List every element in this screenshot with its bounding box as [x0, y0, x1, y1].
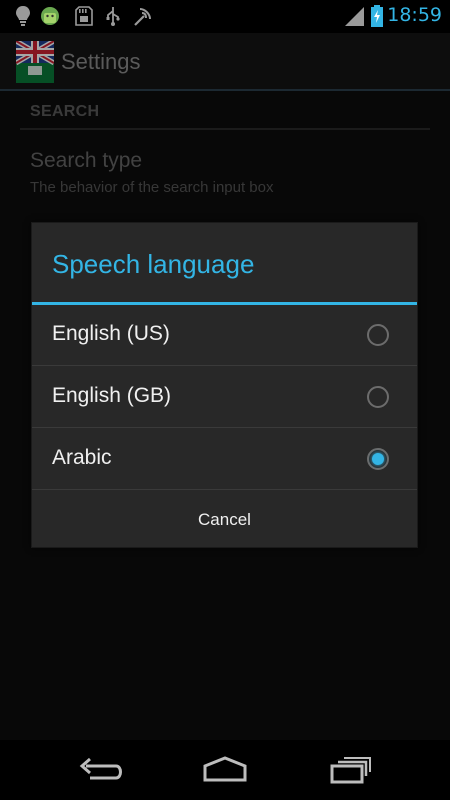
radio-button[interactable] [367, 324, 389, 346]
dialog-title: Speech language [52, 249, 255, 279]
usb-icon [106, 7, 120, 26]
radio-button-checked[interactable] [367, 448, 389, 470]
option-label: English (GB) [52, 384, 172, 407]
recent-apps-icon[interactable] [320, 752, 380, 788]
option-english-us[interactable]: English (US) [32, 305, 417, 366]
option-label: English (US) [52, 322, 170, 345]
navigation-bar [0, 740, 450, 800]
option-label: Arabic [52, 446, 112, 469]
speech-language-dialog: Speech language English (US) English (GB… [31, 222, 418, 548]
signal-icon [345, 7, 364, 26]
clock: 18:59 [387, 4, 442, 26]
radio-button[interactable] [367, 386, 389, 408]
lightbulb-icon [16, 6, 30, 26]
sd-card-icon [75, 6, 93, 26]
back-icon[interactable] [70, 752, 130, 788]
status-bar: 18:59 [0, 0, 450, 33]
home-icon[interactable] [195, 752, 255, 788]
option-english-gb[interactable]: English (GB) [32, 367, 417, 428]
android-icon [41, 7, 59, 25]
option-arabic[interactable]: Arabic [32, 429, 417, 490]
satellite-icon [134, 8, 151, 26]
battery-charging-icon [371, 5, 383, 27]
cancel-button[interactable]: Cancel [32, 491, 417, 548]
